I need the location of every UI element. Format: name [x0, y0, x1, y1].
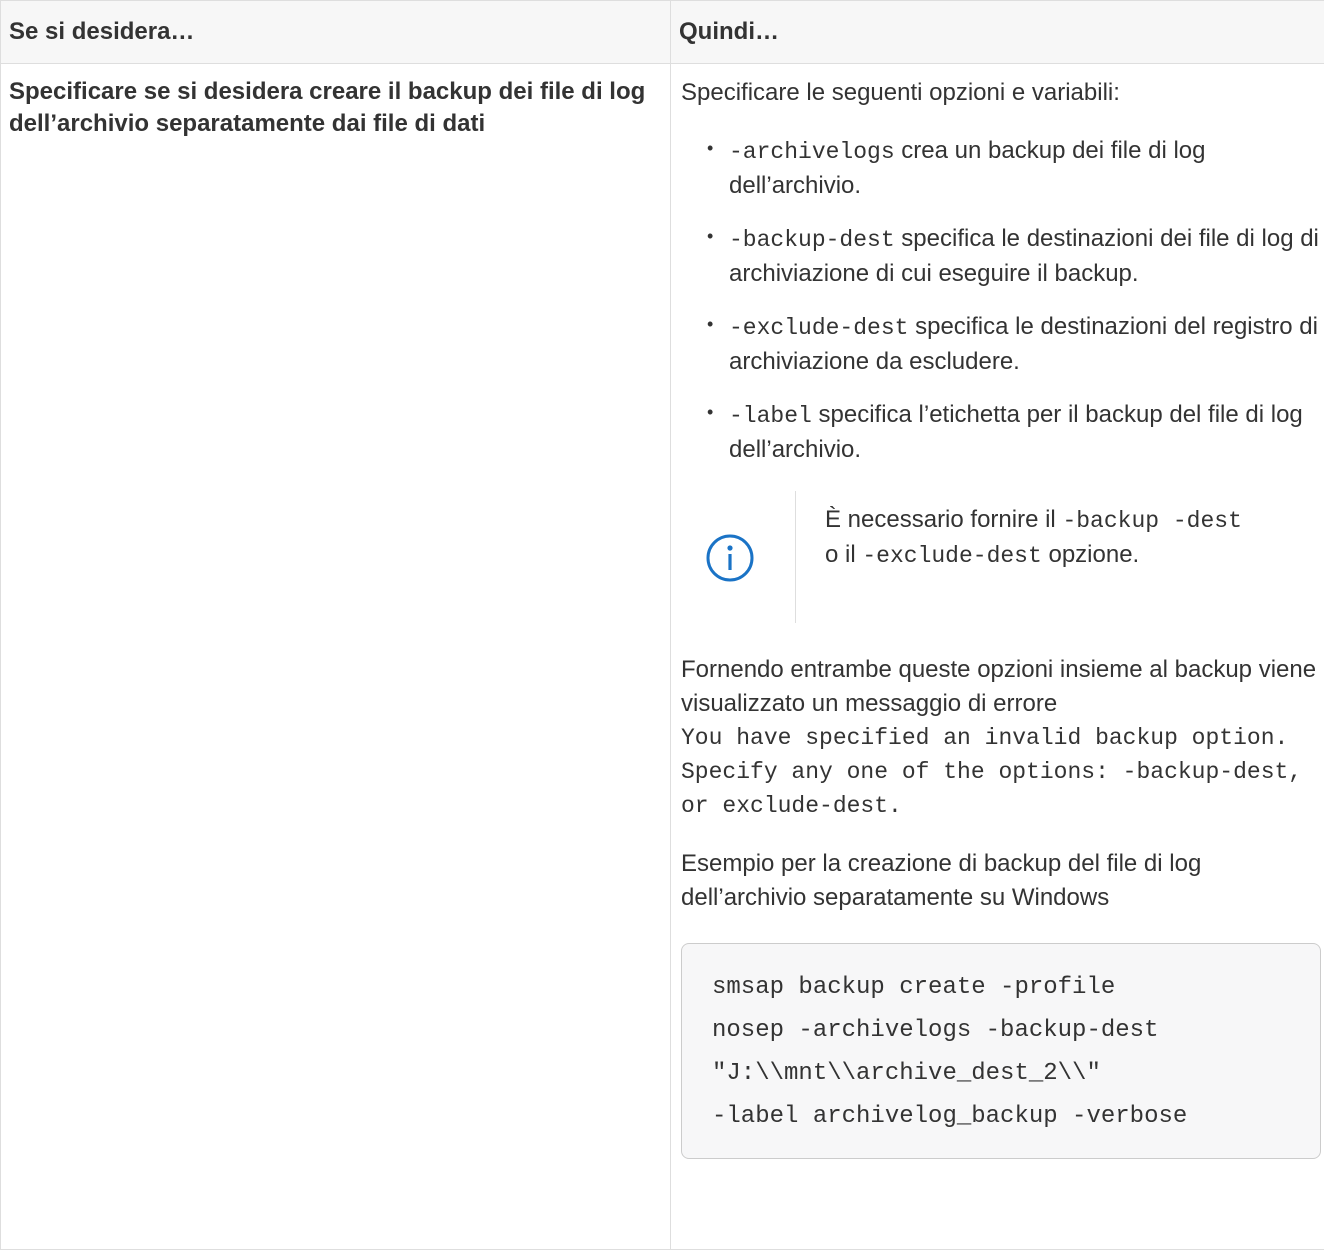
table-row: Specificare se si desidera creare il bac… — [1, 64, 1324, 1250]
note-flag-exclude-dest: -exclude-dest — [862, 543, 1041, 569]
header-col-condition: Se si desidera… — [1, 1, 671, 64]
example-caption: Esempio per la creazione di backup del f… — [681, 847, 1324, 915]
intro-text: Specificare le seguenti opzioni e variab… — [681, 76, 1324, 110]
note-text-mid: o il — [825, 541, 862, 568]
list-item: • -backup-dest specifica le destinazioni… — [705, 222, 1324, 291]
error-message: You have specified an invalid backup opt… — [681, 721, 1324, 823]
list-item: • -archivelogs crea un backup dei file d… — [705, 134, 1324, 203]
list-item: • -label specifica l’etichetta per il ba… — [705, 398, 1324, 467]
code-text: smsap backup create -profile nosep -arch… — [712, 966, 1320, 1138]
error-intro: Fornendo entrambe queste opzioni insieme… — [681, 656, 1316, 717]
note-flag-backup-dest: -backup -dest — [1062, 508, 1241, 534]
note-text-start: È necessario fornire il — [825, 506, 1062, 533]
info-icon — [705, 533, 755, 583]
option-flag: -label — [729, 403, 812, 429]
list-item: • -exclude-dest specifica le destinazion… — [705, 310, 1324, 379]
bullet-icon: • — [707, 131, 713, 165]
table-header-row: Se si desidera… Quindi… — [1, 1, 1324, 64]
header-col-action: Quindi… — [671, 1, 1324, 64]
note-divider — [795, 491, 796, 623]
note-text-end: opzione. — [1042, 541, 1139, 568]
option-flag: -archivelogs — [729, 139, 895, 165]
options-list: • -archivelogs crea un backup dei file d… — [681, 134, 1324, 467]
bullet-icon: • — [707, 219, 713, 253]
condition-text: Specificare se si desidera creare il bac… — [9, 78, 645, 137]
bullet-icon: • — [707, 395, 713, 429]
action-cell: Specificare le seguenti opzioni e variab… — [671, 64, 1324, 1250]
note-text: È necessario fornire il -backup -dest o … — [825, 503, 1255, 573]
option-desc: specifica l’etichetta per il backup del … — [729, 401, 1303, 463]
option-flag: -backup-dest — [729, 227, 895, 253]
options-table: Se si desidera… Quindi… Specificare se s… — [0, 0, 1324, 1250]
error-paragraph: Fornendo entrambe queste opzioni insieme… — [681, 653, 1324, 823]
code-block: smsap backup create -profile nosep -arch… — [681, 943, 1321, 1159]
option-flag: -exclude-dest — [729, 315, 908, 341]
bullet-icon: • — [707, 307, 713, 341]
info-note: È necessario fornire il -backup -dest o … — [705, 491, 1324, 623]
condition-cell: Specificare se si desidera creare il bac… — [1, 64, 671, 1250]
